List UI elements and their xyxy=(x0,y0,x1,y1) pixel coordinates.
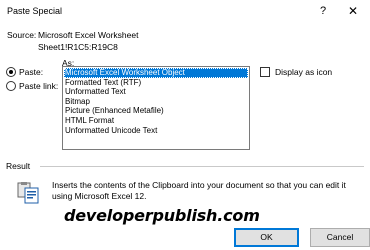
title-bar: Paste Special ? ✕ xyxy=(0,0,370,22)
format-item[interactable]: Microsoft Excel Worksheet Object xyxy=(64,68,248,78)
source-reference: Sheet1!R1C5:R19C8 xyxy=(38,42,118,52)
display-as-icon-option[interactable]: Display as icon xyxy=(260,67,332,77)
paste-link-option[interactable]: Paste link: xyxy=(6,80,58,92)
watermark: developerpublish.com xyxy=(64,206,260,225)
format-item[interactable]: Bitmap xyxy=(64,97,248,107)
format-item[interactable]: HTML Format xyxy=(64,116,248,126)
help-button[interactable]: ? xyxy=(312,2,334,20)
paste-link-radio[interactable] xyxy=(6,81,16,91)
cancel-button[interactable]: Cancel xyxy=(310,228,370,247)
format-item[interactable]: Picture (Enhanced Metafile) xyxy=(64,106,248,116)
paste-radio[interactable] xyxy=(6,67,16,77)
ok-button[interactable]: OK xyxy=(234,228,299,247)
paste-option[interactable]: Paste: xyxy=(6,66,43,78)
source-label: Source: xyxy=(7,30,37,40)
result-description: Inserts the contents of the Clipboard in… xyxy=(52,180,346,201)
paste-link-label: Paste link: xyxy=(19,81,59,91)
result-label: Result xyxy=(6,161,31,171)
result-divider xyxy=(40,166,364,167)
display-as-icon-label: Display as icon xyxy=(275,67,333,77)
source-value: Microsoft Excel Worksheet xyxy=(38,30,139,40)
dialog-title: Paste Special xyxy=(7,6,63,16)
format-item[interactable]: Unformatted Text xyxy=(64,87,248,97)
format-item[interactable]: Formatted Text (RTF) xyxy=(64,78,248,88)
format-item[interactable]: Unformatted Unicode Text xyxy=(64,126,248,136)
paste-label: Paste: xyxy=(19,67,44,77)
paste-result-icon xyxy=(17,182,39,204)
format-listbox[interactable]: Microsoft Excel Worksheet Object Formatt… xyxy=(62,66,250,150)
display-as-icon-checkbox[interactable] xyxy=(260,67,270,77)
close-button[interactable]: ✕ xyxy=(340,2,366,20)
